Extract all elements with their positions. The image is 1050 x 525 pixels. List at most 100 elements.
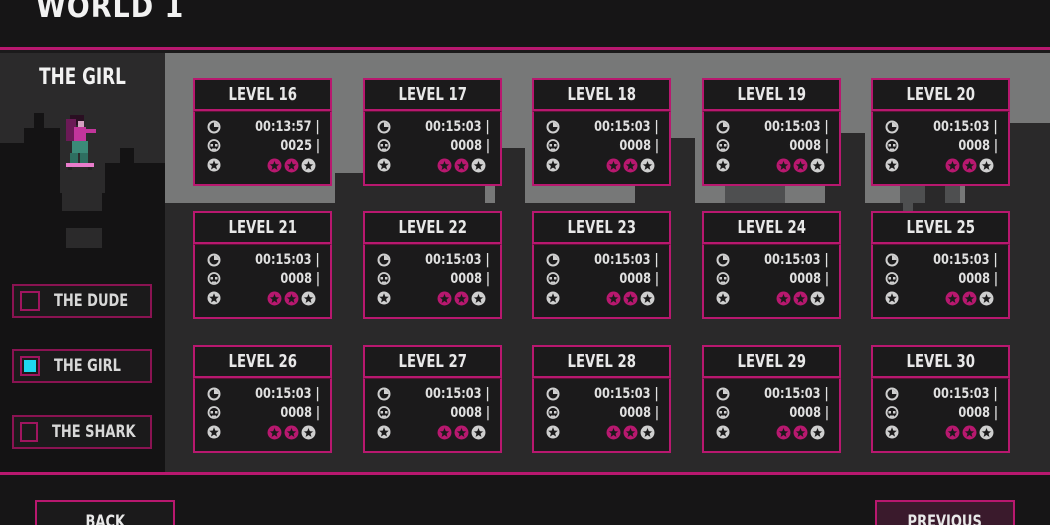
death-count: 0008 | [450, 271, 490, 287]
skull-icon [716, 139, 730, 152]
level-card-stats: 00:15:03 | 0008 | [702, 244, 841, 319]
character-option-label: THE SHARK [51, 422, 136, 442]
level-card-header: LEVEL 26 [193, 345, 332, 378]
clock-icon [377, 253, 391, 267]
time-row: 00:15:03 | [377, 385, 490, 403]
stars-row [207, 156, 320, 174]
level-card[interactable]: LEVEL 24 00:15:03 | 0008 | [702, 211, 841, 319]
checkbox[interactable] [20, 422, 38, 442]
level-card[interactable]: LEVEL 27 00:15:03 | 0008 | [363, 345, 502, 453]
star-earned-icon [267, 158, 282, 172]
star-earned-icon [776, 425, 791, 439]
level-card[interactable]: LEVEL 28 00:15:03 | 0008 | [532, 345, 671, 453]
star-icon [207, 291, 221, 305]
level-card[interactable]: LEVEL 22 00:15:03 | 0008 | [363, 211, 502, 319]
star-earned-icon [284, 291, 299, 305]
deaths-row: 0008 | [377, 404, 490, 422]
stars-row [207, 289, 320, 307]
level-card[interactable]: LEVEL 19 00:15:03 | 0008 | [702, 78, 841, 186]
level-card[interactable]: LEVEL 26 00:15:03 | 0008 | [193, 345, 332, 453]
star-rating [945, 158, 994, 173]
star-icon [207, 425, 221, 439]
level-title: LEVEL 22 [398, 217, 467, 238]
previous-button[interactable]: PREVIOUS [875, 500, 1015, 525]
star-empty-icon [979, 158, 994, 172]
time-row: 00:15:03 | [207, 251, 320, 269]
level-card[interactable]: LEVEL 20 00:15:03 | 0008 | [871, 78, 1010, 186]
star-earned-icon [437, 158, 452, 172]
star-earned-icon [437, 291, 452, 305]
death-count: 0008 | [789, 138, 829, 154]
star-earned-icon [962, 425, 977, 439]
level-card-stats: 00:15:03 | 0008 | [871, 244, 1010, 319]
checkbox[interactable] [20, 291, 40, 311]
death-count: 0008 | [619, 271, 659, 287]
star-rating [267, 291, 316, 306]
character-option-shark[interactable]: THE SHARK [12, 415, 152, 449]
star-empty-icon [640, 158, 655, 172]
death-count: 0025 | [280, 138, 320, 154]
best-time: 00:15:03 | [255, 386, 320, 402]
level-card[interactable]: LEVEL 30 00:15:03 | 0008 | [871, 345, 1010, 453]
time-row: 00:15:03 | [377, 251, 490, 269]
time-row: 00:15:03 | [546, 385, 659, 403]
level-card[interactable]: LEVEL 23 00:15:03 | 0008 | [532, 211, 671, 319]
top-bar: WORLD 1 [0, 0, 1050, 50]
star-empty-icon [301, 425, 316, 439]
girl-character-sprite [66, 115, 96, 170]
death-count: 0008 | [958, 405, 998, 421]
level-card[interactable]: LEVEL 21 00:15:03 | 0008 | [193, 211, 332, 319]
level-title: LEVEL 21 [228, 217, 297, 238]
best-time: 00:15:03 | [425, 386, 490, 402]
star-earned-icon [606, 425, 621, 439]
clock-icon [546, 253, 560, 267]
level-card[interactable]: LEVEL 17 00:15:03 | 0008 | [363, 78, 502, 186]
clock-icon [885, 253, 899, 267]
best-time: 00:13:57 | [255, 119, 320, 135]
star-rating [945, 291, 994, 306]
star-icon [546, 158, 560, 172]
level-card-stats: 00:15:03 | 0008 | [532, 378, 671, 453]
best-time: 00:15:03 | [594, 119, 659, 135]
skull-icon [377, 272, 391, 285]
star-earned-icon [793, 291, 808, 305]
stars-row [716, 156, 829, 174]
star-earned-icon [437, 425, 452, 439]
level-card-header: LEVEL 23 [532, 211, 671, 244]
star-icon [716, 158, 730, 172]
star-earned-icon [776, 158, 791, 172]
checkbox[interactable] [20, 356, 40, 376]
stars-row [885, 423, 998, 441]
clock-icon [546, 120, 560, 134]
time-row: 00:15:03 | [377, 118, 490, 136]
level-card[interactable]: LEVEL 29 00:15:03 | 0008 | [702, 345, 841, 453]
clock-icon [207, 387, 221, 401]
level-card-header: LEVEL 28 [532, 345, 671, 378]
star-icon [207, 158, 221, 172]
time-row: 00:15:03 | [716, 251, 829, 269]
star-earned-icon [454, 291, 469, 305]
back-button[interactable]: BACK [35, 500, 175, 525]
level-card[interactable]: LEVEL 16 00:13:57 | 0025 | [193, 78, 332, 186]
level-card-header: LEVEL 18 [532, 78, 671, 111]
time-row: 00:13:57 | [207, 118, 320, 136]
skull-icon [546, 406, 560, 419]
time-row: 00:15:03 | [885, 385, 998, 403]
clock-icon [885, 120, 899, 134]
level-title: LEVEL 29 [737, 351, 806, 372]
level-card-header: LEVEL 16 [193, 78, 332, 111]
death-count: 0008 | [789, 405, 829, 421]
star-empty-icon [471, 425, 486, 439]
death-count: 0008 | [450, 405, 490, 421]
deaths-row: 0008 | [207, 404, 320, 422]
character-option-girl[interactable]: THE GIRL [12, 349, 152, 383]
level-card[interactable]: LEVEL 18 00:15:03 | 0008 | [532, 78, 671, 186]
best-time: 00:15:03 | [594, 386, 659, 402]
level-card[interactable]: LEVEL 25 00:15:03 | 0008 | [871, 211, 1010, 319]
skull-icon [377, 406, 391, 419]
skull-icon [716, 406, 730, 419]
clock-icon [716, 120, 730, 134]
time-row: 00:15:03 | [546, 251, 659, 269]
best-time: 00:15:03 | [255, 252, 320, 268]
character-option-dude[interactable]: THE DUDE [12, 284, 152, 318]
